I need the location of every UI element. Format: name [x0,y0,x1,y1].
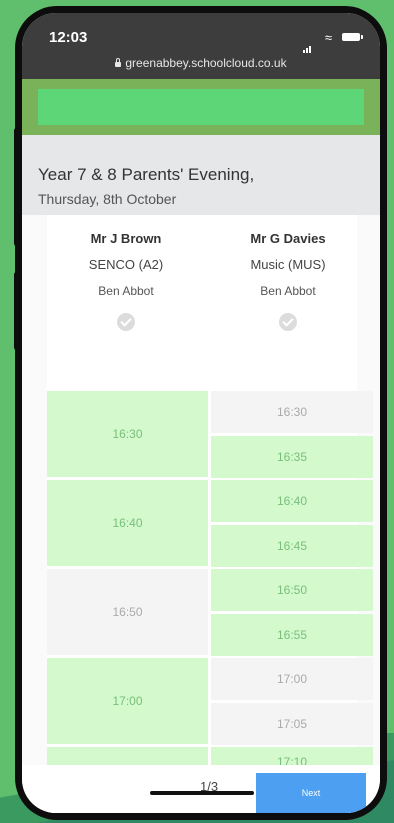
signal-icon [303,35,312,53]
time-slot: 16:30 [211,391,373,433]
phone-side-button [14,272,19,350]
slot-time: 16:55 [276,628,308,642]
time-slot[interactable]: 16:55 [211,614,373,656]
slot-time: 16:50 [276,583,308,597]
teacher-name: Mr J Brown [90,231,162,246]
address-bar[interactable]: greenabbey.schoolcloud.co.uk [22,56,380,70]
time-slot[interactable]: 16:40 [47,480,208,566]
slot-time: 16:40 [112,516,143,530]
phone-screen: 12:03 ≈ greenabbey.schoolcloud.co.uk Yea… [22,13,380,813]
status-bar: 12:03 ≈ greenabbey.schoolcloud.co.uk [22,13,380,79]
teacher-name: Mr G Davies [250,231,326,246]
student-name: Ben Abbot [260,284,316,298]
url-text: greenabbey.schoolcloud.co.uk [125,56,287,70]
event-header: Year 7 & 8 Parents' Evening, Thursday, 8… [22,135,380,215]
event-title: Year 7 & 8 Parents' Evening, [38,165,255,184]
time-slot[interactable]: 17:00 [47,658,208,744]
slot-time: 16:40 [276,494,308,508]
time-slot[interactable]: 16:45 [211,525,373,567]
check-icon [117,313,135,331]
slot-time: 16:50 [112,605,143,619]
time-slot[interactable]: 16:40 [211,480,373,522]
next-button[interactable]: Next [256,773,366,813]
pagination-footer: 1/3 Next [22,765,380,813]
phone-side-button [14,128,19,246]
school-banner [22,79,380,135]
slot-time: 17:00 [112,694,143,708]
slot-time: 16:45 [276,539,308,553]
teacher-subject: SENCO (A2) [88,257,164,272]
battery-icon [342,33,363,41]
wifi-icon: ≈ [324,30,332,45]
slot-time: 17:00 [276,672,308,686]
student-name: Ben Abbot [98,284,154,298]
school-logo-banner [38,89,364,125]
time-slot[interactable]: 16:30 [47,391,208,477]
time-slot: 17:00 [211,658,373,700]
lock-icon [115,58,122,67]
time-slot: 17:05 [211,703,373,745]
teacher-subject: Music (MUS) [250,257,326,272]
status-time: 12:03 [49,29,88,46]
appointment-grid: Mr J Brown SENCO (A2) Ben Abbot Mr G Dav… [47,215,373,813]
event-date: Thursday, 8th October [38,191,177,207]
slot-time: 16:35 [276,450,308,464]
slot-time: 17:05 [276,717,308,731]
home-indicator[interactable] [150,791,254,795]
slot-time: 16:30 [276,405,308,419]
time-slot[interactable]: 16:50 [211,569,373,611]
slot-time: 16:30 [112,427,143,441]
check-icon [279,313,297,331]
time-slot: 16:50 [47,569,208,655]
time-slot[interactable]: 16:35 [211,436,373,478]
